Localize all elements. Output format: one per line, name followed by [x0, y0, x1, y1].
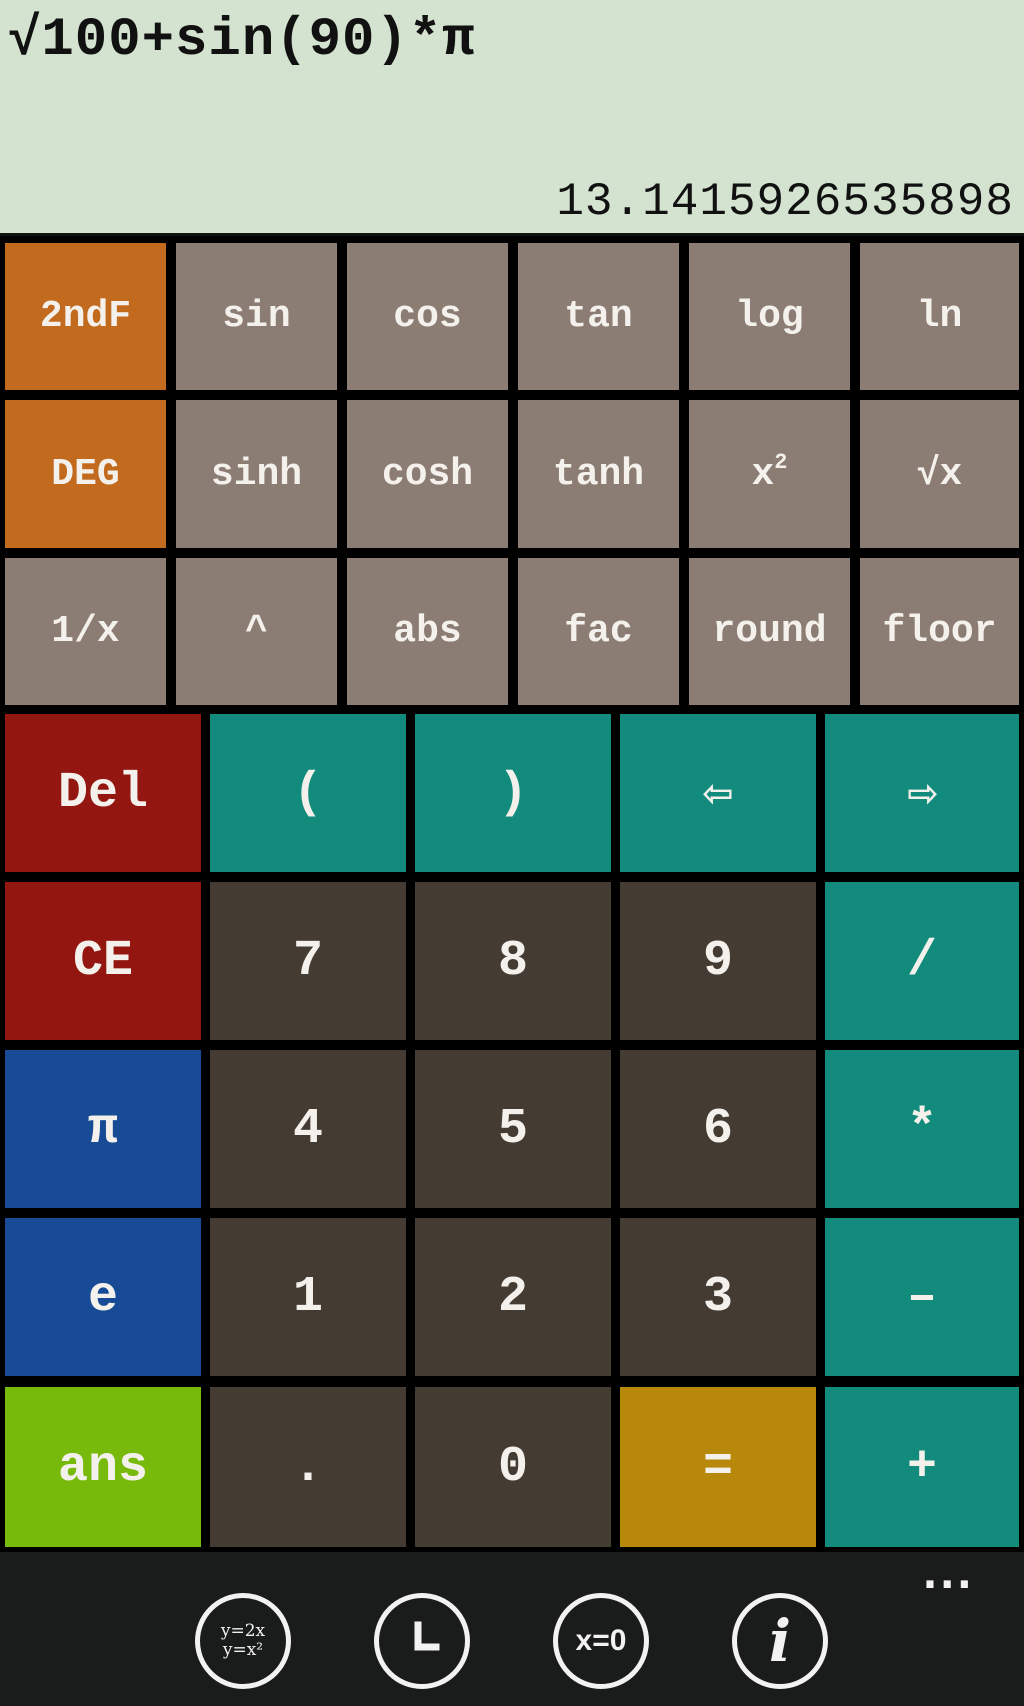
- graph-icon-line-1: y=2x: [220, 1621, 266, 1641]
- app-bar: y=2x y=x² x=0 i ...: [0, 1552, 1024, 1706]
- sin-button[interactable]: sin: [176, 243, 337, 390]
- digit-1-button[interactable]: 1: [210, 1218, 406, 1376]
- clock-icon: [414, 1621, 440, 1651]
- tanh-button[interactable]: tanh: [518, 400, 679, 548]
- euler-e-button[interactable]: e: [5, 1218, 201, 1376]
- plus-button[interactable]: +: [825, 1387, 1019, 1547]
- abs-button[interactable]: abs: [347, 558, 508, 705]
- round-button[interactable]: round: [689, 558, 850, 705]
- square-root-button[interactable]: √x: [860, 400, 1019, 548]
- equation-solver-icon: x=0: [575, 1624, 627, 1657]
- second-function-button[interactable]: 2ndF: [5, 243, 166, 390]
- square-exponent: 2: [774, 449, 788, 475]
- digit-3-button[interactable]: 3: [620, 1218, 816, 1376]
- digit-2-button[interactable]: 2: [415, 1218, 611, 1376]
- digit-8-button[interactable]: 8: [415, 882, 611, 1040]
- decimal-point-button[interactable]: .: [210, 1387, 406, 1547]
- history-button[interactable]: [374, 1593, 470, 1689]
- calculator-display: √100+sin(90)*π 13.1415926535898: [0, 0, 1024, 236]
- power-button[interactable]: ^: [176, 558, 337, 705]
- arrow-right-icon: ⇨: [906, 767, 938, 824]
- multiply-button[interactable]: *: [825, 1050, 1019, 1208]
- graph-icon: y=2x y=x²: [221, 1622, 265, 1660]
- cos-button[interactable]: cos: [347, 243, 508, 390]
- info-button[interactable]: i: [732, 1593, 828, 1689]
- answer-button[interactable]: ans: [5, 1387, 201, 1547]
- divide-button[interactable]: /: [825, 882, 1019, 1040]
- cursor-right-button[interactable]: ⇨: [825, 714, 1019, 872]
- ln-button[interactable]: ln: [860, 243, 1019, 390]
- reciprocal-button[interactable]: 1/x: [5, 558, 166, 705]
- minus-button[interactable]: –: [825, 1218, 1019, 1376]
- open-paren-button[interactable]: (: [210, 714, 406, 872]
- expression-text[interactable]: √100+sin(90)*π: [8, 10, 476, 71]
- delete-button[interactable]: Del: [5, 714, 201, 872]
- square-button[interactable]: x2: [689, 400, 850, 548]
- graph-button[interactable]: y=2x y=x²: [195, 1593, 291, 1689]
- tan-button[interactable]: tan: [518, 243, 679, 390]
- cursor-left-button[interactable]: ⇦: [620, 714, 816, 872]
- angle-mode-button[interactable]: DEG: [5, 400, 166, 548]
- digit-5-button[interactable]: 5: [415, 1050, 611, 1208]
- digit-9-button[interactable]: 9: [620, 882, 816, 1040]
- digit-0-button[interactable]: 0: [415, 1387, 611, 1547]
- arrow-left-icon: ⇦: [702, 767, 734, 824]
- more-dots-icon[interactable]: ...: [922, 1552, 974, 1598]
- cosh-button[interactable]: cosh: [347, 400, 508, 548]
- info-icon: i: [768, 1607, 792, 1675]
- log-button[interactable]: log: [689, 243, 850, 390]
- floor-button[interactable]: floor: [860, 558, 1019, 705]
- square-base: x: [751, 452, 775, 496]
- factorial-button[interactable]: fac: [518, 558, 679, 705]
- pi-button[interactable]: π: [5, 1050, 201, 1208]
- digit-7-button[interactable]: 7: [210, 882, 406, 1040]
- equals-button[interactable]: =: [620, 1387, 816, 1547]
- close-paren-button[interactable]: ): [415, 714, 611, 872]
- clear-entry-button[interactable]: CE: [5, 882, 201, 1040]
- digit-4-button[interactable]: 4: [210, 1050, 406, 1208]
- graph-icon-line-2: y=x²: [222, 1640, 264, 1660]
- digit-6-button[interactable]: 6: [620, 1050, 816, 1208]
- result-text: 13.1415926535898: [556, 176, 1014, 228]
- sinh-button[interactable]: sinh: [176, 400, 337, 548]
- equation-solver-button[interactable]: x=0: [553, 1593, 649, 1689]
